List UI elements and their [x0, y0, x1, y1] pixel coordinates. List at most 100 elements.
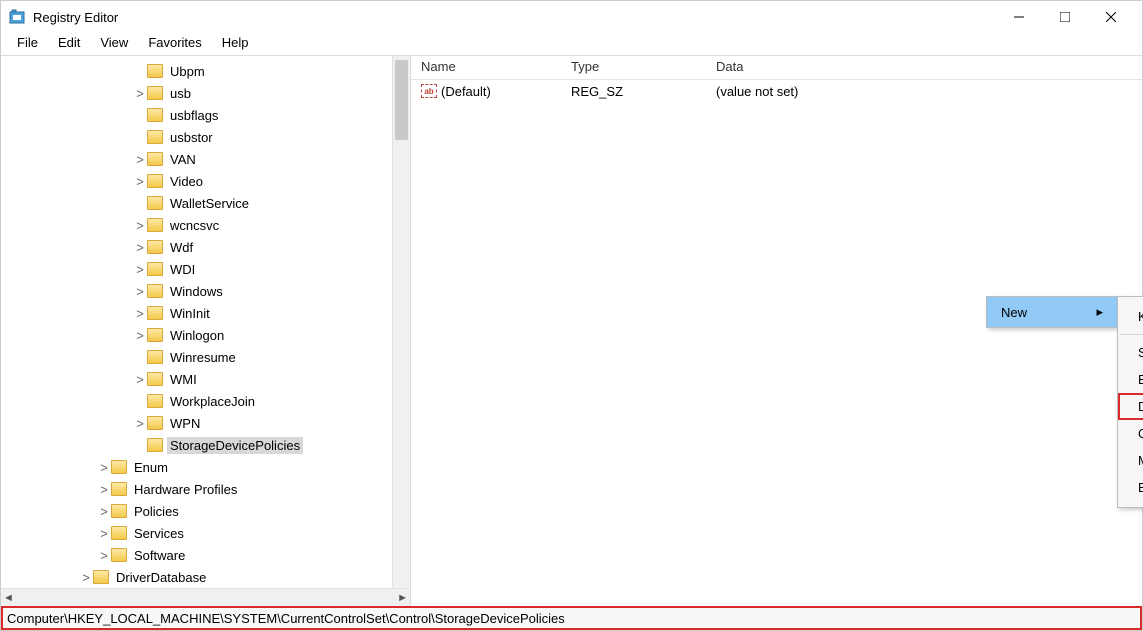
expand-icon[interactable]: >: [79, 570, 93, 585]
tree-node-label: WPN: [167, 415, 203, 432]
tree-pane[interactable]: Ubpm>usbusbflagsusbstor > VAN > Video WalletS…: [1, 56, 411, 606]
submenu-item[interactable]: DWORD (32-bit) Value: [1118, 393, 1143, 420]
tree-node[interactable]: > Video: [7, 170, 410, 192]
tree-node[interactable]: Ubpm: [7, 60, 410, 82]
maximize-button[interactable]: [1042, 1, 1088, 33]
expand-icon[interactable]: >: [133, 306, 147, 321]
submenu-item[interactable]: String Value: [1118, 339, 1143, 366]
tree-node[interactable]: > Policies: [7, 500, 410, 522]
tree-node[interactable]: > WMI: [7, 368, 410, 390]
tree-node[interactable]: >Services: [7, 522, 410, 544]
expand-icon[interactable]: >: [133, 372, 147, 387]
tree-node[interactable]: Winresume: [7, 346, 410, 368]
scroll-thumb[interactable]: [395, 60, 408, 140]
tree-node-label: wcncsvc: [167, 217, 222, 234]
tree-node[interactable]: >Software: [7, 544, 410, 566]
menu-view[interactable]: View: [90, 33, 138, 55]
folder-icon: [147, 108, 163, 122]
tree-node[interactable]: WorkplaceJoin: [7, 390, 410, 412]
tree-node-label: Policies: [131, 503, 182, 520]
folder-icon: [147, 196, 163, 210]
folder-icon: [147, 394, 163, 408]
expand-icon[interactable]: >: [133, 416, 147, 431]
column-data[interactable]: Data: [716, 56, 1142, 79]
tree-node[interactable]: usbstor: [7, 126, 410, 148]
expand-icon[interactable]: >: [97, 482, 111, 497]
value-list-pane[interactable]: Name Type Data ab (Default) REG_SZ (valu…: [411, 56, 1142, 606]
folder-icon: [111, 526, 127, 540]
tree-node[interactable]: > wcncsvc: [7, 214, 410, 236]
submenu-item[interactable]: Key: [1118, 303, 1143, 330]
folder-icon: [147, 284, 163, 298]
expand-icon[interactable]: >: [133, 86, 147, 101]
expand-icon[interactable]: >: [97, 504, 111, 519]
expand-icon[interactable]: >: [133, 218, 147, 233]
menu-file[interactable]: File: [7, 33, 48, 55]
scroll-right-icon[interactable]: ►: [397, 592, 408, 604]
close-button[interactable]: [1088, 1, 1134, 33]
title-bar: Registry Editor: [1, 1, 1142, 33]
folder-icon: [147, 152, 163, 166]
tree-node[interactable]: >Hardware Profiles: [7, 478, 410, 500]
tree-node[interactable]: StorageDevicePolicies: [7, 434, 410, 456]
expand-icon[interactable]: >: [133, 262, 147, 277]
context-menu-label: New: [1001, 305, 1027, 320]
menu-edit[interactable]: Edit: [48, 33, 90, 55]
tree-node-label: Video: [167, 173, 206, 190]
tree-node[interactable]: > VAN: [7, 148, 410, 170]
folder-icon: [147, 240, 163, 254]
value-row[interactable]: ab (Default) REG_SZ (value not set): [411, 80, 1142, 102]
window-title: Registry Editor: [33, 10, 996, 25]
tree-node-label: VAN: [167, 151, 199, 168]
expand-icon[interactable]: >: [97, 548, 111, 563]
menu-separator: [1120, 334, 1143, 335]
tree-node[interactable]: >WDI: [7, 258, 410, 280]
folder-icon: [93, 570, 109, 584]
value-type: REG_SZ: [571, 84, 716, 99]
submenu-arrow-icon: ▸: [1096, 304, 1103, 320]
folder-icon: [147, 416, 163, 430]
submenu-item[interactable]: Expandable String Value: [1118, 474, 1143, 501]
tree-node[interactable]: >DriverDatabase: [7, 566, 410, 588]
tree-hscrollbar[interactable]: ◄►: [1, 588, 410, 606]
folder-icon: [147, 328, 163, 342]
scroll-left-icon[interactable]: ◄: [3, 592, 14, 604]
tree-node[interactable]: >Windows: [7, 280, 410, 302]
tree-node[interactable]: >usb: [7, 82, 410, 104]
context-menu: New ▸: [986, 296, 1118, 328]
expand-icon[interactable]: >: [133, 152, 147, 167]
tree-node[interactable]: > WinInit: [7, 302, 410, 324]
menu-help[interactable]: Help: [212, 33, 259, 55]
expand-icon[interactable]: >: [133, 240, 147, 255]
folder-icon: [147, 350, 163, 364]
tree-node[interactable]: > WPN: [7, 412, 410, 434]
minimize-button[interactable]: [996, 1, 1042, 33]
folder-icon: [147, 130, 163, 144]
tree-node[interactable]: usbflags: [7, 104, 410, 126]
status-bar: Computer\HKEY_LOCAL_MACHINE\SYSTEM\Curre…: [1, 606, 1142, 630]
expand-icon[interactable]: >: [133, 328, 147, 343]
folder-icon: [111, 482, 127, 496]
expand-icon[interactable]: >: [97, 526, 111, 541]
tree-node[interactable]: >Winlogon: [7, 324, 410, 346]
tree-node[interactable]: WalletService: [7, 192, 410, 214]
expand-icon[interactable]: >: [97, 460, 111, 475]
tree-vscrollbar[interactable]: [392, 56, 410, 606]
expand-icon[interactable]: >: [133, 284, 147, 299]
tree-node[interactable]: >Enum: [7, 456, 410, 478]
context-submenu: Key String ValueBinary ValueDWORD (32-bit…: [1117, 296, 1143, 508]
folder-icon: [111, 460, 127, 474]
column-type[interactable]: Type: [571, 56, 716, 79]
expand-icon[interactable]: >: [133, 174, 147, 189]
tree-node[interactable]: >Wdf: [7, 236, 410, 258]
context-menu-new[interactable]: New ▸: [987, 297, 1117, 327]
tree-node-label: WMI: [167, 371, 200, 388]
column-name[interactable]: Name: [421, 56, 571, 79]
menu-favorites[interactable]: Favorites: [138, 33, 211, 55]
submenu-item[interactable]: Multi-String Value: [1118, 447, 1143, 474]
submenu-item[interactable]: QWORD (64-bit) Value: [1118, 420, 1143, 447]
address-path: Computer\HKEY_LOCAL_MACHINE\SYSTEM\Curre…: [7, 611, 565, 626]
submenu-item[interactable]: Binary Value: [1118, 366, 1143, 393]
tree-node-label: WinInit: [167, 305, 213, 322]
tree-node-label: StorageDevicePolicies: [167, 437, 303, 454]
